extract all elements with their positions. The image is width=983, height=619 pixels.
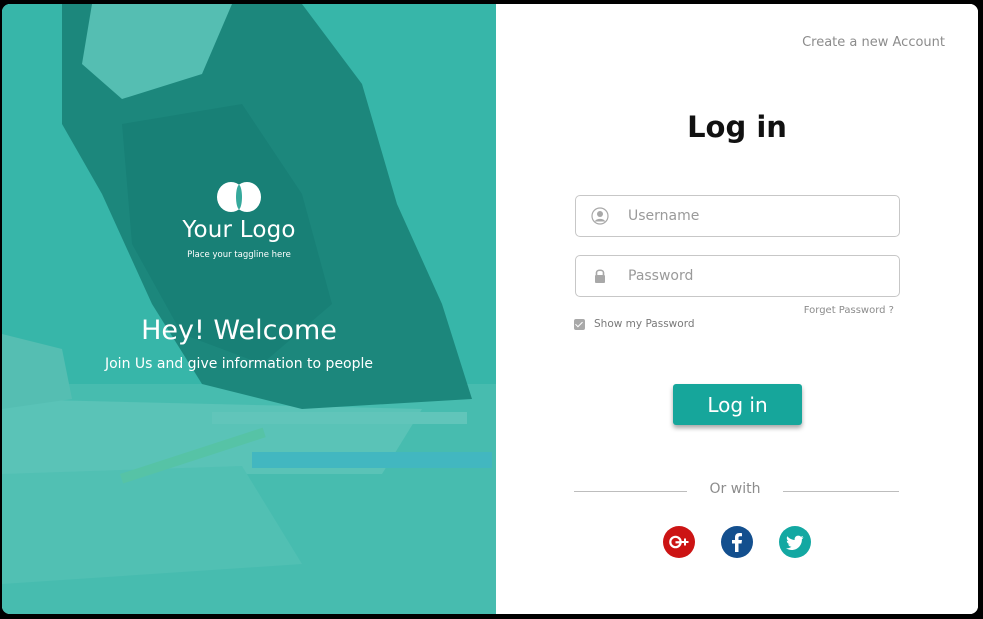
divider-right xyxy=(783,491,899,492)
login-title: Log in xyxy=(687,110,787,144)
facebook-button[interactable] xyxy=(721,526,753,558)
facebook-icon xyxy=(732,533,742,552)
login-form-panel: Create a new Account Log in Forget Passw… xyxy=(496,4,978,614)
hero-panel: Your Logo Place your taggline here Hey! … xyxy=(2,4,496,614)
show-password-option[interactable]: Show my Password xyxy=(574,317,695,331)
logo-tagline: Place your taggline here xyxy=(187,250,291,260)
create-account-link[interactable]: Create a new Account xyxy=(802,35,945,50)
forgot-password-link[interactable]: Forget Password ? xyxy=(804,305,894,316)
login-button[interactable]: Log in xyxy=(673,384,802,425)
welcome-subtitle: Join Us and give information to people xyxy=(104,356,374,372)
user-icon xyxy=(591,207,609,225)
password-input[interactable] xyxy=(628,256,888,296)
username-input[interactable] xyxy=(628,196,888,236)
logo-name: Your Logo xyxy=(182,217,296,243)
login-card: Your Logo Place your taggline here Hey! … xyxy=(2,4,978,614)
google-plus-button[interactable] xyxy=(663,526,695,558)
show-password-checkbox[interactable] xyxy=(574,318,585,330)
or-with-label: Or with xyxy=(709,481,761,497)
password-field[interactable] xyxy=(575,255,900,297)
twitter-button[interactable] xyxy=(779,526,811,558)
welcome-title: Hey! Welcome xyxy=(141,315,337,346)
twitter-icon xyxy=(786,535,804,550)
username-field[interactable] xyxy=(575,195,900,237)
divider-left xyxy=(574,491,687,492)
google-plus-icon xyxy=(669,535,689,549)
teal-overlay xyxy=(2,4,496,614)
show-password-label: Show my Password xyxy=(594,318,695,330)
lock-icon xyxy=(595,269,605,283)
logo-icon xyxy=(217,182,261,212)
